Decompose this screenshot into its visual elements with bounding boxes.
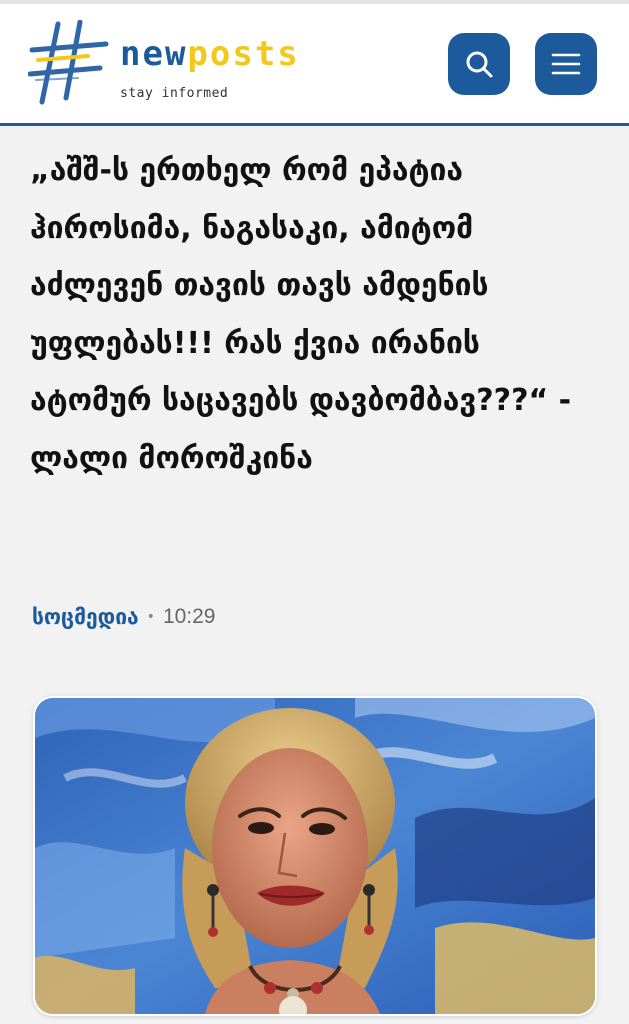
site-logo[interactable]: newposts stay informed: [28, 20, 348, 110]
publish-time: 10:29: [162, 605, 216, 628]
category-link[interactable]: სოცმედია: [32, 605, 139, 629]
hash-logo-icon: [28, 20, 109, 105]
portrait-image: [35, 698, 595, 1014]
logo-word-new: new: [120, 34, 188, 74]
logo-wordmark: newposts: [120, 34, 300, 74]
menu-button[interactable]: [535, 33, 597, 95]
search-button[interactable]: [448, 33, 510, 95]
header-top-line: [0, 0, 629, 4]
logo-tagline: stay informed: [120, 86, 229, 101]
logo-word-posts: posts: [187, 34, 300, 74]
search-icon: [466, 51, 493, 78]
article-meta: სოცმედია • 10:29: [32, 600, 216, 634]
meta-separator: •: [146, 609, 155, 625]
site-header: newposts stay informed: [0, 0, 629, 126]
hamburger-menu-icon: [551, 53, 581, 75]
article-title[interactable]: „აშშ-ს ერთხელ რომ ეპატია ჰიროსიმა, ნაგას…: [30, 142, 605, 487]
article-photo[interactable]: [33, 696, 597, 1016]
